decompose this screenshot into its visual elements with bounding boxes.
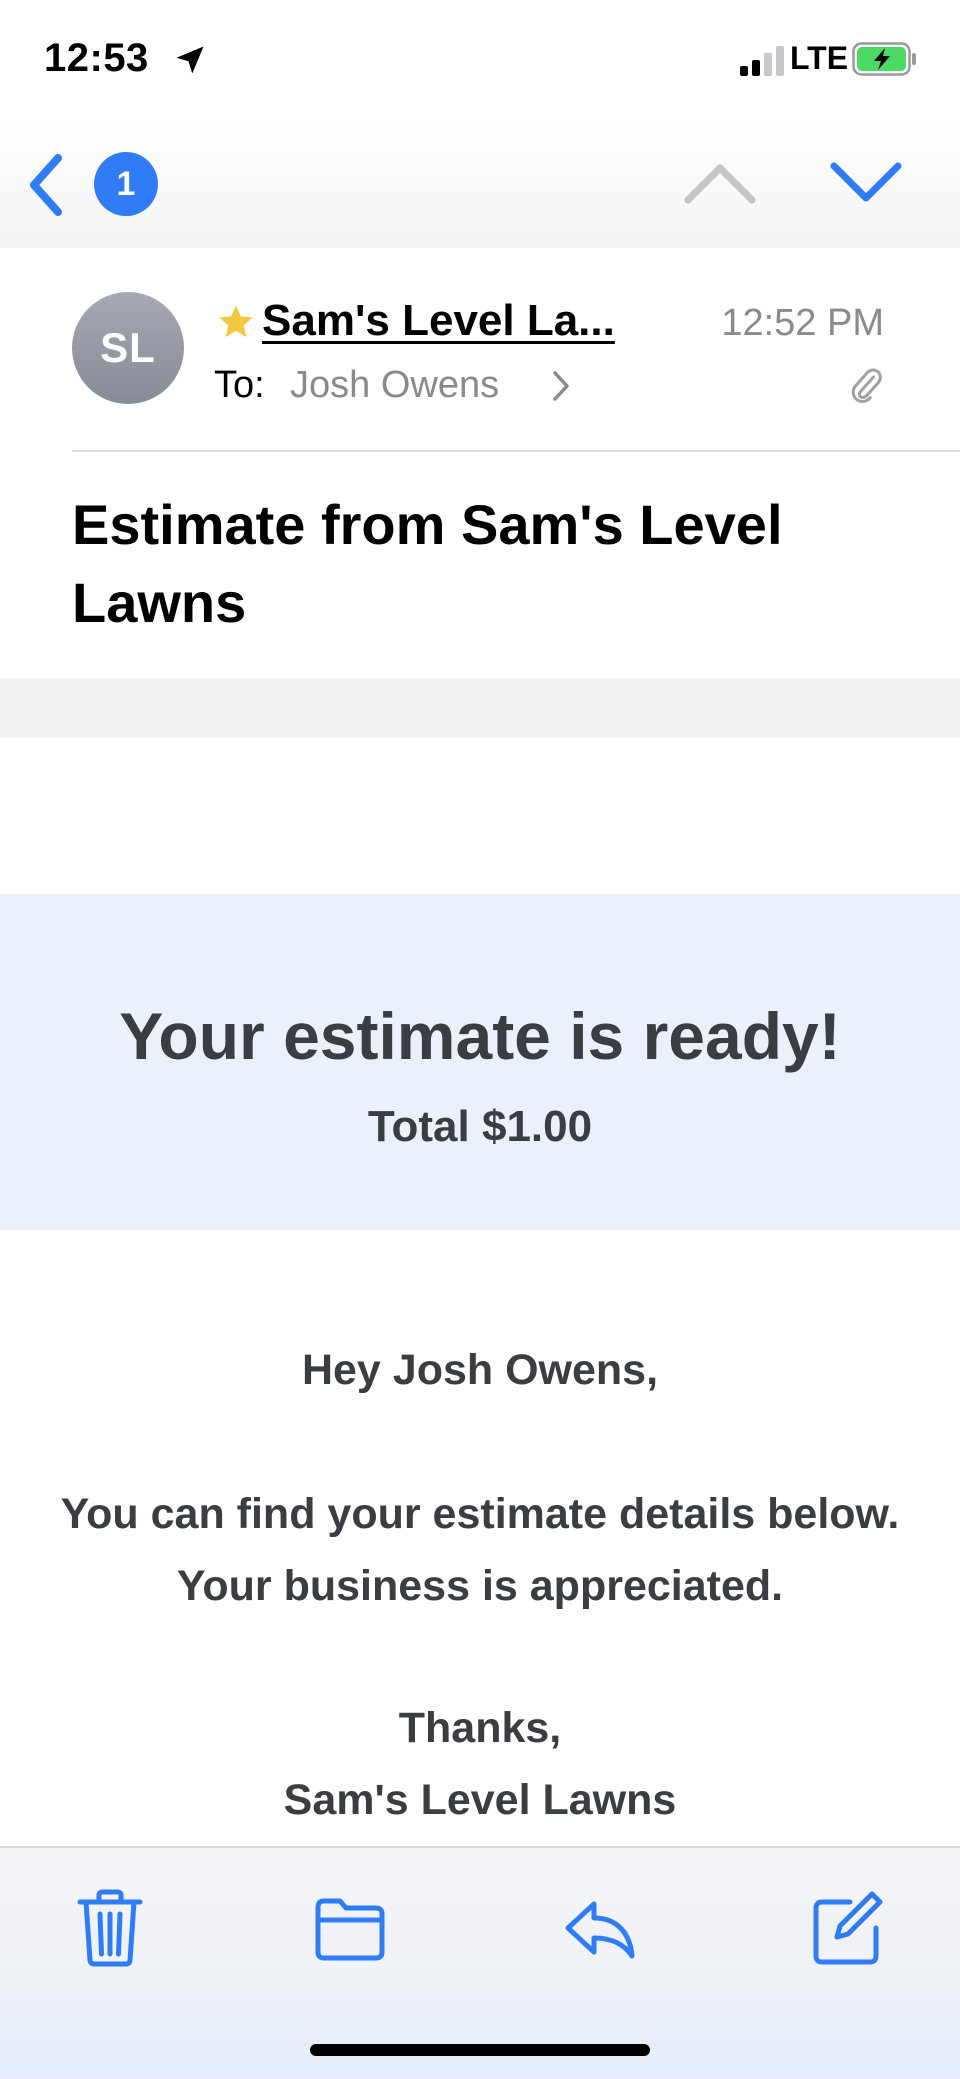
- greeting-text: Hey Josh Owens,: [301, 1346, 659, 1394]
- recipient-name[interactable]: Josh Owens: [290, 364, 499, 407]
- estimate-ready-heading: Your estimate is ready!: [119, 999, 841, 1073]
- unread-count-badge[interactable]: 1: [94, 152, 158, 216]
- reply-icon[interactable]: [562, 1888, 638, 1968]
- next-message-button[interactable]: [830, 158, 902, 208]
- signature-text: Sam's Level Lawns: [283, 1776, 677, 1824]
- sender-name[interactable]: Sam's Level La...: [262, 296, 615, 346]
- trash-icon[interactable]: [72, 1888, 148, 1968]
- folder-icon[interactable]: [312, 1888, 388, 1968]
- subject-line: Estimate from Sam's Level Lawns: [72, 493, 783, 634]
- email-body: Your estimate is ready! Total $1.00 Hey …: [0, 738, 960, 1848]
- received-time: 12:52 PM: [721, 302, 884, 344]
- battery-charging-icon: [852, 42, 916, 76]
- status-bar: 12:53 LTE: [0, 0, 960, 120]
- message-header: SL Sam's Level La... 12:52 PM To: Josh O…: [0, 248, 960, 678]
- location-arrow-icon: [176, 46, 204, 74]
- estimate-total: Total $1.00: [367, 1102, 593, 1151]
- back-button[interactable]: [24, 150, 68, 220]
- details-text: You can find your estimate details below…: [60, 1490, 900, 1538]
- estimate-banner: Your estimate is ready! Total $1.00: [0, 894, 960, 1230]
- navigation-bar: 1: [0, 120, 960, 248]
- network-type: LTE: [790, 40, 849, 76]
- chevron-right-icon[interactable]: [550, 368, 572, 404]
- header-divider: [72, 450, 960, 452]
- bottom-toolbar: [0, 1846, 960, 2079]
- signal-bars-icon: [740, 46, 784, 76]
- appreciation-text: Your business is appreciated.: [176, 1562, 784, 1610]
- paperclip-icon: [851, 368, 882, 403]
- star-icon: [219, 305, 253, 337]
- compose-icon[interactable]: [810, 1888, 886, 1968]
- sender-avatar[interactable]: SL: [72, 292, 184, 404]
- status-time: 12:53: [44, 36, 149, 80]
- thanks-text: Thanks,: [398, 1704, 562, 1752]
- home-indicator[interactable]: [310, 2044, 650, 2056]
- previous-message-button[interactable]: [684, 158, 756, 208]
- to-label: To:: [214, 364, 265, 406]
- section-gap: [0, 678, 960, 738]
